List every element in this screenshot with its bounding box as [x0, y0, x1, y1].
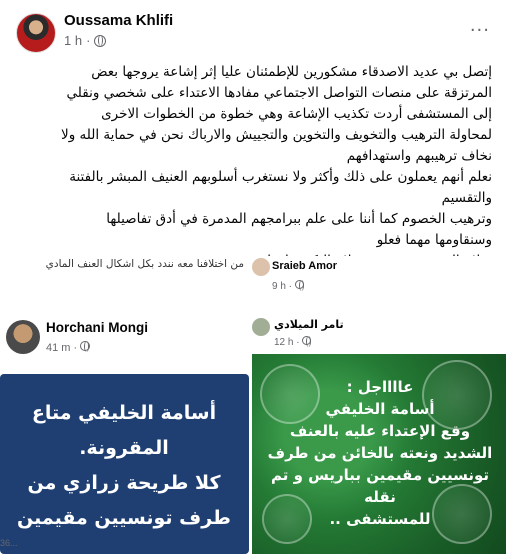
meta-separator: ·	[86, 33, 91, 48]
image-left-screenshot[interactable]: Horchani Mongi 41 m · أسامة الخليفي متاع…	[0, 312, 249, 554]
globe-icon[interactable]	[94, 34, 107, 47]
commenter-avatar	[252, 318, 270, 336]
post-text-line: وترهيب الخصوم كما أننا على علم ببرامجهم …	[106, 211, 492, 227]
commenter-name: Horchani Mongi	[46, 320, 148, 335]
post-text-line: المرتزقة على منصات التواصل الاجتماعي مفا…	[66, 85, 492, 101]
image-snippet-text: من اختلافنا معه نندد بكل اشكال العنف الم…	[45, 258, 244, 270]
post-text-line: والتقسيم	[441, 190, 492, 206]
banner-line: كلا طريحة زرازي من	[27, 472, 221, 494]
banner-line: وقع الإعتداء عليه بالعنف	[289, 422, 471, 440]
author-avatar[interactable]	[16, 13, 56, 53]
globe-icon	[294, 280, 304, 291]
post-text-line: نخاف ترهيبهم واستهدافهم	[346, 148, 492, 164]
facebook-post: Oussama Khlifi 1 h · ··· إتصل بي عديد ال…	[0, 0, 506, 554]
blue-banner-text: أسامة الخليفي متاع المقرونة. كلا طريحة ز…	[4, 396, 244, 536]
banner-line: أسامة الخليفي	[325, 400, 435, 418]
post-text-line: إتصل بي عديد الاصدقاء مشكورين للإطمئنان …	[91, 64, 492, 80]
banner-line: عااااجل :	[346, 378, 414, 396]
post-image-grid[interactable]: من اختلافنا معه نندد بكل اشكال العنف الم…	[0, 256, 506, 554]
green-banner-text: عااااجل : أسامة الخليفي وقع الإعتداء علي…	[258, 376, 502, 530]
post-text-line: وسنقاومها مهما فعلو	[376, 232, 492, 248]
commenter-time: 41 m ·	[46, 341, 91, 354]
post-text: إتصل بي عديد الاصدقاء مشكورين للإطمئنان …	[14, 62, 492, 272]
image-top-left[interactable]: من اختلافنا معه نندد بكل اشكال العنف الم…	[0, 256, 251, 296]
banner-line: المقرونة.	[79, 437, 169, 459]
image-right-screenshot[interactable]: تامر الميلادي 12 h · عااااجل : أسامة الخ…	[252, 316, 506, 554]
banner-line: تونسيين مقيمين بباريس و تم	[270, 466, 490, 484]
banner-line: للمستشفى ..	[329, 510, 431, 528]
post-text-line: نعلم أنهم يعملون على ذلك وأكثر ولا نستغر…	[69, 169, 492, 185]
globe-icon	[80, 341, 91, 352]
banner-line: نقله	[364, 488, 396, 506]
commenter-time: 12 h ·	[274, 336, 312, 348]
commenter-avatar	[6, 320, 40, 354]
author-name[interactable]: Oussama Khlifi	[64, 12, 173, 29]
post-text-line: لمحاولة الترهيب والتخويف والتخوين والتجي…	[61, 127, 492, 143]
commenter-time: 9 h ·	[272, 280, 304, 292]
post-time[interactable]: 1 h	[64, 33, 82, 48]
commenter-avatar	[252, 258, 270, 276]
banner-line: الشديد ونعته بالخائن من طرف	[267, 444, 493, 462]
post-meta: 1 h ·	[64, 33, 107, 48]
image-top-right[interactable]: Sraieb Amor 9 h ·	[252, 256, 506, 308]
more-options-icon[interactable]: ···	[470, 22, 490, 40]
globe-icon	[302, 336, 312, 347]
commenter-name: تامر الميلادي	[274, 318, 344, 331]
commenter-name: Sraieb Amor	[272, 260, 338, 272]
edge-tag: 36...	[0, 538, 18, 548]
banner-line: أسامة الخليفي متاع	[31, 402, 217, 424]
post-text-line: إلى المستشفى أردت تكذيب الإشاعة وهي خطوة…	[101, 106, 492, 122]
banner-line: طرف تونسيين مقيمين	[17, 507, 231, 529]
